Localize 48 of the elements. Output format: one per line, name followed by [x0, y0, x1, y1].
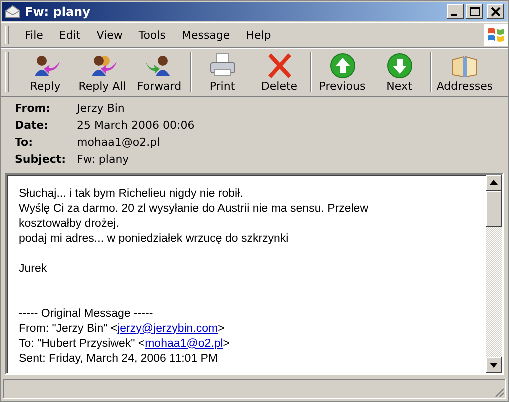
up-arrow-icon: [490, 180, 498, 186]
toolbar-button[interactable]: Delete: [251, 50, 308, 95]
scroll-up-button[interactable]: [486, 174, 502, 191]
email-link[interactable]: jerzy@jerzybin.com: [118, 322, 218, 335]
field-value: mohaa1@o2.pl: [77, 136, 160, 149]
toolbar-button[interactable]: Reply All: [74, 50, 131, 95]
message-line: Sent: Friday, March 24, 2006 11:01 PM: [19, 352, 218, 365]
message-line: kosztowałby drożej.: [19, 218, 120, 230]
close-icon: [490, 6, 502, 18]
toolbar-button[interactable]: Reply: [17, 50, 74, 95]
message-line: Jurek: [19, 262, 48, 275]
message-line: Wyślę Ci za darmo. 20 zl wysyłanie do Austrii nie ma sensu. Przelew: [19, 202, 369, 215]
envelope-icon: [5, 4, 21, 19]
maximize-button[interactable]: [466, 4, 483, 20]
down-arrow-icon: [490, 362, 498, 368]
minimize-button[interactable]: [447, 4, 464, 20]
menu-item[interactable]: Message: [174, 26, 238, 44]
field-label: To:: [15, 136, 34, 149]
toolbar-button[interactable]: Previous: [314, 50, 371, 95]
maximize-icon: [468, 6, 480, 18]
menu-item[interactable]: View: [88, 26, 131, 44]
field-label: Subject:: [15, 152, 68, 166]
scrollbar[interactable]: [486, 174, 502, 374]
toolbar-button[interactable]: Addresses: [434, 50, 496, 95]
email-link[interactable]: mohaa1@o2.pl: [145, 338, 224, 350]
minimize-icon: [451, 14, 457, 16]
resize-grip-icon[interactable]: [493, 386, 505, 398]
menu-item[interactable]: Help: [238, 26, 280, 44]
message-line: ----- Original Message -----: [19, 308, 154, 320]
toolbar-button[interactable]: Forward: [131, 50, 188, 95]
message-line: Słuchaj... i tak bym Richelieu nigdy nie robił.: [19, 188, 244, 200]
menu-item[interactable]: File: [17, 26, 52, 44]
menu-item[interactable]: Edit: [51, 26, 89, 44]
message-line: From: "Jerzy Bin" <jerzy@jerzybin.com>: [19, 322, 225, 335]
window-title: Fw: plany: [25, 4, 92, 19]
field-label: Date:: [15, 118, 50, 132]
field-value: Fw: plany: [77, 152, 130, 166]
field-label: From:: [15, 102, 52, 115]
field-value: 25 March 2006 00:06: [77, 118, 195, 132]
field-value: Jerzy Bin: [77, 102, 125, 115]
scroll-down-button[interactable]: [486, 357, 502, 374]
message-line: podaj mi adres... w poniedziałek wrzucę do szkrzynki: [19, 232, 289, 245]
scroll-thumb[interactable]: [486, 190, 502, 227]
toolbar-button[interactable]: Print: [194, 50, 251, 95]
toolbar-button[interactable]: Next: [371, 50, 428, 95]
menu-item[interactable]: Tools: [130, 26, 174, 44]
close-button[interactable]: [487, 4, 504, 20]
message-line: To: "Hubert Przysiwek" <mohaa1@o2.pl>: [19, 338, 230, 350]
